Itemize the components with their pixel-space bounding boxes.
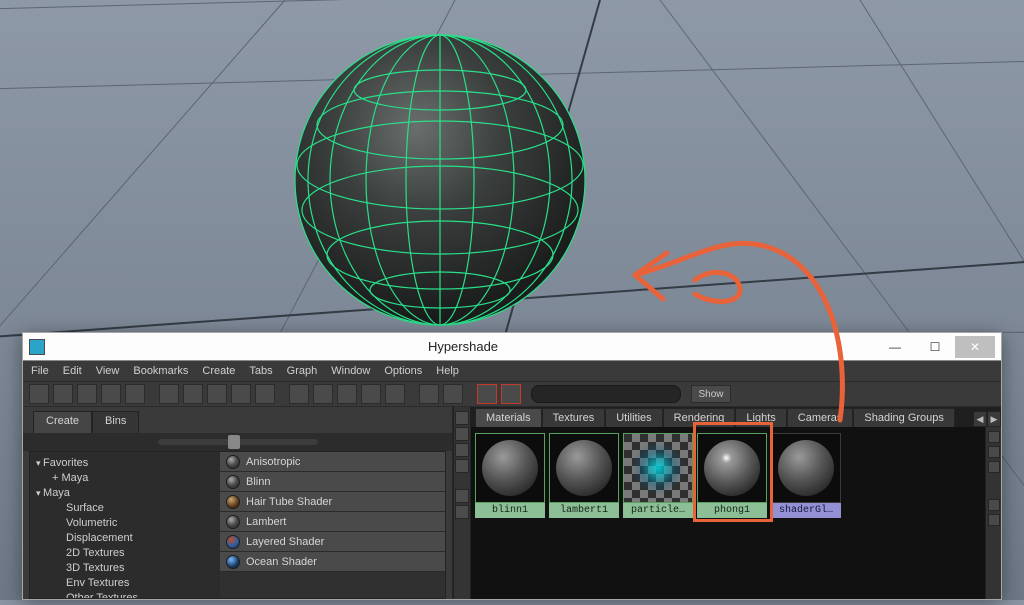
toolbar-btn[interactable] <box>125 384 145 404</box>
toolbar-btn[interactable] <box>77 384 97 404</box>
toolbar-btn[interactable] <box>29 384 49 404</box>
menu-file[interactable]: File <box>31 365 49 377</box>
toolbar-btn[interactable] <box>419 384 439 404</box>
tab-rendering[interactable]: Rendering <box>663 408 736 427</box>
toolbar-btn[interactable] <box>501 384 521 404</box>
tree-item[interactable]: Displacement <box>36 531 214 546</box>
shader-type[interactable]: Lambert <box>220 512 445 532</box>
right-tabs: Materials Textures Utilities Rendering L… <box>471 407 1001 427</box>
menu-tabs[interactable]: Tabs <box>249 365 272 377</box>
tab-lights[interactable]: Lights <box>735 408 786 427</box>
vt-btn[interactable] <box>455 427 469 441</box>
titlebar[interactable]: Hypershade — ☐ ✕ <box>23 333 1001 361</box>
toolbar-btn[interactable] <box>53 384 73 404</box>
app-icon <box>29 339 45 355</box>
toolbar-btn[interactable] <box>231 384 251 404</box>
tab-shadinggroups[interactable]: Shading Groups <box>853 408 955 427</box>
right-vertical-toolbar <box>985 427 1001 599</box>
tab-utilities[interactable]: Utilities <box>605 408 662 427</box>
rv-btn[interactable] <box>988 446 1000 458</box>
tree-maya[interactable]: Maya <box>36 486 214 501</box>
tab-textures[interactable]: Textures <box>542 408 606 427</box>
shader-type[interactable]: Blinn <box>220 472 445 492</box>
toolbar-btn[interactable] <box>477 384 497 404</box>
menu-edit[interactable]: Edit <box>63 365 82 377</box>
menu-window[interactable]: Window <box>331 365 370 377</box>
shader-type[interactable]: Layered Shader <box>220 532 445 552</box>
tree-item[interactable]: Env Textures <box>36 576 214 591</box>
toolbar-btn[interactable] <box>207 384 227 404</box>
material-swatch[interactable]: shaderGl… <box>771 433 841 518</box>
tree-item[interactable]: 2D Textures <box>36 546 214 561</box>
toolbar-btn[interactable] <box>159 384 179 404</box>
material-swatch[interactable]: blinn1 <box>475 433 545 518</box>
toolbar-btn[interactable] <box>337 384 357 404</box>
show-button[interactable]: Show <box>691 385 731 403</box>
tree-item[interactable]: Other Textures <box>36 591 214 598</box>
tree-item[interactable]: Surface <box>36 501 214 516</box>
vertical-toolbar <box>453 407 471 599</box>
hypershade-window[interactable]: Hypershade — ☐ ✕ File Edit View Bookmark… <box>22 332 1002 600</box>
menu-bookmarks[interactable]: Bookmarks <box>133 365 188 377</box>
toolbar-btn[interactable] <box>443 384 463 404</box>
tree-favorites[interactable]: Favorites <box>36 456 214 471</box>
vt-btn[interactable] <box>455 505 469 519</box>
shader-type[interactable]: Ocean Shader <box>220 552 445 572</box>
menubar[interactable]: File Edit View Bookmarks Create Tabs Gra… <box>23 361 1001 381</box>
toolbar-btn[interactable] <box>385 384 405 404</box>
toolbar-btn[interactable] <box>289 384 309 404</box>
thumbnail-size-slider[interactable] <box>158 439 318 445</box>
vt-btn[interactable] <box>455 411 469 425</box>
tab-cameras[interactable]: Cameras <box>787 408 854 427</box>
tab-scroll-left[interactable]: ◀ <box>973 411 987 427</box>
toolbar-btn[interactable] <box>313 384 333 404</box>
menu-options[interactable]: Options <box>384 365 422 377</box>
vt-btn[interactable] <box>455 489 469 503</box>
menu-view[interactable]: View <box>96 365 120 377</box>
material-swatch[interactable]: lambert1 <box>549 433 619 518</box>
toolbar-btn[interactable] <box>101 384 121 404</box>
shader-type-list[interactable]: Anisotropic Blinn Hair Tube Shader Lambe… <box>220 452 445 598</box>
rv-btn[interactable] <box>988 514 1000 526</box>
toolbar-btn[interactable] <box>255 384 275 404</box>
tab-materials[interactable]: Materials <box>475 408 542 427</box>
minimize-button[interactable]: — <box>875 336 915 358</box>
tab-create[interactable]: Create <box>33 411 92 433</box>
menu-graph[interactable]: Graph <box>287 365 318 377</box>
tab-bins[interactable]: Bins <box>92 411 139 433</box>
tree-item[interactable]: Volumetric <box>36 516 214 531</box>
maximize-button[interactable]: ☐ <box>915 336 955 358</box>
menu-help[interactable]: Help <box>436 365 459 377</box>
window-title: Hypershade <box>51 339 875 354</box>
toolbar-btn[interactable] <box>183 384 203 404</box>
vt-btn[interactable] <box>455 459 469 473</box>
material-swatch-phong1[interactable]: phong1 <box>697 433 767 518</box>
selected-sphere <box>295 35 585 325</box>
close-button[interactable]: ✕ <box>955 336 995 358</box>
category-tree[interactable]: Favorites + Maya Maya Surface Volumetric… <box>30 452 220 598</box>
tab-scroll-right[interactable]: ▶ <box>987 411 1001 427</box>
shader-type[interactable]: Anisotropic <box>220 452 445 472</box>
shader-type[interactable]: Hair Tube Shader <box>220 492 445 512</box>
tree-maya-plus[interactable]: + Maya <box>36 471 214 486</box>
rv-btn[interactable] <box>988 461 1000 473</box>
menu-create[interactable]: Create <box>202 365 235 377</box>
toolbar-search-field[interactable] <box>531 385 681 403</box>
material-swatch[interactable]: particle… <box>623 433 693 518</box>
materials-grid[interactable]: blinn1 lambert1 particle… phong1 shaderG… <box>471 427 1001 599</box>
toolbar: Show <box>23 381 1001 407</box>
tree-item[interactable]: 3D Textures <box>36 561 214 576</box>
vt-btn[interactable] <box>455 443 469 457</box>
rv-btn[interactable] <box>988 499 1000 511</box>
toolbar-btn[interactable] <box>361 384 381 404</box>
rv-btn[interactable] <box>988 431 1000 443</box>
